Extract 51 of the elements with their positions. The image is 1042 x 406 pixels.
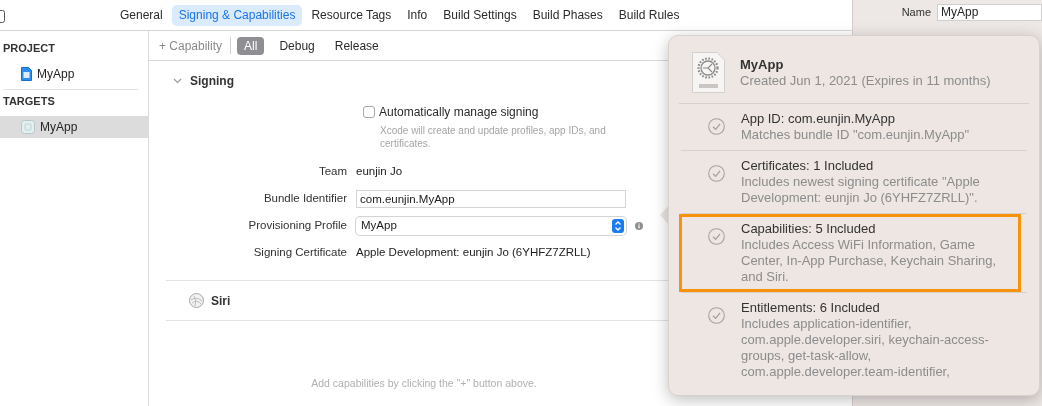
- item-title: App ID: com.eunjin.MyApp: [741, 111, 896, 127]
- check-circle-icon: [708, 228, 725, 245]
- field-value: eunjin Jo: [356, 164, 403, 180]
- filter-tab[interactable]: Debug: [274, 36, 320, 55]
- stepper-icon: [612, 219, 624, 233]
- empty-hint: Add capabilities by clicking the "+" button above.: [311, 376, 537, 391]
- tab[interactable]: Resource Tags: [304, 4, 399, 26]
- section-title: Signing: [190, 73, 234, 90]
- section-title: Siri: [211, 292, 231, 310]
- siri-icon: [189, 293, 204, 308]
- add-capability-button[interactable]: + Capability: [159, 36, 231, 55]
- profile-name: MyApp: [740, 57, 785, 73]
- info-icon[interactable]: [635, 222, 643, 230]
- field-value: Apple Development: eunjin Jo (6YHFZ7ZRLL): [356, 245, 591, 261]
- tab[interactable]: Build Rules: [611, 4, 687, 26]
- popup-button[interactable]: MyApp: [356, 217, 626, 235]
- sidebar-item[interactable]: MyApp: [0, 63, 148, 85]
- chevron-icon[interactable]: [173, 78, 182, 84]
- name-field[interactable]: MyApp: [937, 4, 1042, 21]
- filter-tab[interactable]: Release: [329, 36, 384, 55]
- hint-text: Xcode will create and update profiles, app IDs, and certificates.: [380, 124, 607, 150]
- check-circle-icon: [708, 118, 725, 135]
- field-label: Signing Certificate: [252, 245, 348, 261]
- profile-file-icon: [692, 52, 725, 93]
- name-label: Name: [900, 5, 931, 21]
- check-circle-icon: [708, 307, 725, 324]
- sidebar-item[interactable]: MyApp: [0, 116, 148, 138]
- item-description: Matches bundle ID "com.eunjin.MyApp": [741, 127, 971, 143]
- field-label: Provisioning Profile: [247, 218, 348, 234]
- section-heading: PROJECT: [2, 41, 56, 56]
- profile-date: Created Jun 1, 2021 (Expires in 11 months): [740, 73, 991, 89]
- tab[interactable]: Info: [400, 4, 435, 26]
- item-title: Capabilities: 5 Included: [741, 221, 877, 237]
- item-description: Includes Access WiFi Information, Game Center, In-App Purchase, Keychain Sharing, and Siri.: [741, 237, 998, 285]
- tab[interactable]: General: [113, 4, 170, 26]
- project-file-icon: [21, 67, 32, 81]
- field-label: Bundle Identifier: [262, 191, 348, 207]
- input-field[interactable]: com.eunjin.MyApp: [356, 190, 626, 208]
- item-description: Includes application-identifier, com.apple.developer.siri, keychain-access-groups, get-task-allow, com.apple.developer.team-identifier,: [741, 316, 990, 380]
- item-title: Certificates: 1 Included: [741, 158, 875, 174]
- section-heading: TARGETS: [2, 94, 56, 109]
- tab[interactable]: Signing & Capabilities: [171, 4, 303, 26]
- item-description: Includes newest signing certificate "Apple Development: eunjin Jo (6YHFZ7ZRLL)".: [741, 174, 981, 206]
- item-title: Entitlements: 6 Included: [741, 300, 881, 316]
- tab[interactable]: Build Phases: [525, 4, 610, 26]
- field-label: Team: [317, 164, 348, 180]
- app-icon: [21, 120, 35, 134]
- checkbox-label: Automatically manage signing: [379, 104, 539, 121]
- checkbox[interactable]: [363, 106, 375, 118]
- tab[interactable]: Build Settings: [436, 4, 524, 26]
- check-circle-icon: [708, 165, 725, 182]
